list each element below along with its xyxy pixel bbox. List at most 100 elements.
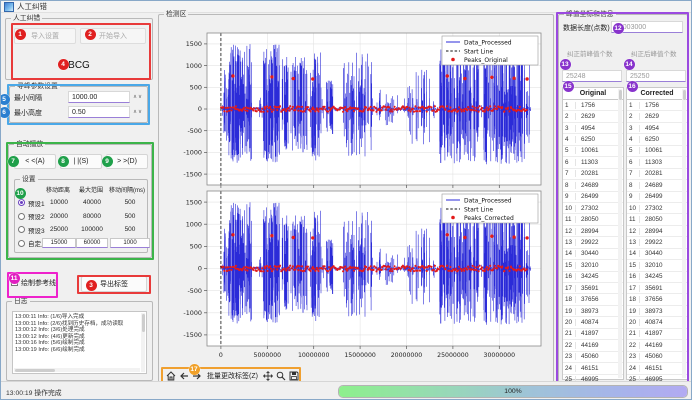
table-row[interactable]: 2040874	[627, 317, 687, 328]
table-row[interactable]: 2345060	[563, 352, 623, 363]
pause-button[interactable]: | |(S)	[60, 154, 102, 169]
peak-value: 34245	[576, 273, 599, 280]
preset-value: 25000	[42, 226, 76, 233]
table-row[interactable]: 611303	[563, 157, 623, 168]
min-height-spinner-icon[interactable]: ∧∨	[133, 109, 143, 115]
table-row[interactable]: 2141897	[563, 329, 623, 340]
row-index: 2	[563, 113, 576, 120]
table-row[interactable]: 1329922	[627, 237, 687, 248]
table-row[interactable]: 34954	[627, 123, 687, 134]
min-height-field[interactable]: 0.50	[68, 106, 130, 118]
table-row[interactable]: 1634245	[563, 272, 623, 283]
zoom-icon[interactable]	[276, 370, 287, 381]
custom-value-input[interactable]: 60000	[76, 238, 108, 248]
min-interval-spinner-icon[interactable]: ∧∨	[133, 94, 143, 100]
table-row[interactable]: 720281	[627, 169, 687, 180]
table-row[interactable]: 510061	[563, 146, 623, 157]
table-row[interactable]: 1532010	[627, 260, 687, 271]
row-index: 13	[563, 239, 576, 246]
preset-value: 100000	[76, 226, 108, 233]
corrected-table-scrollbar[interactable]	[682, 89, 686, 378]
log-line: 13:00:11 Info: (1/6)导入完成	[13, 314, 146, 321]
row-index: 23	[563, 353, 576, 360]
import-settings-button[interactable]: 导入设置	[14, 28, 76, 44]
table-row[interactable]: 46250	[627, 134, 687, 145]
table-row[interactable]: 510061	[627, 146, 687, 157]
reference-line-checkbox[interactable]	[11, 279, 18, 286]
table-row[interactable]: 1837656	[563, 294, 623, 305]
batch-edit-label[interactable]: 批量更改标签(Z)	[207, 371, 258, 381]
original-peaks-table[interactable]: Original 1175622629349544625051006161130…	[562, 87, 624, 380]
table-row[interactable]: 11756	[627, 100, 687, 111]
peak-value: 4954	[576, 125, 595, 132]
table-row[interactable]: 1027302	[627, 203, 687, 214]
table-row[interactable]: 22629	[563, 111, 623, 122]
corrected-peaks-table[interactable]: Corrected 117562262934954462505100616113…	[626, 87, 688, 380]
table-row[interactable]: 22629	[627, 111, 687, 122]
table-row[interactable]: 1128050	[627, 214, 687, 225]
chart-peaks-corrected[interactable]: 150010005000-500-1000-150005000000100000…	[159, 188, 549, 366]
preset-radio[interactable]	[18, 213, 25, 220]
preset-radio[interactable]	[18, 199, 25, 206]
table-row[interactable]: 11756	[563, 100, 623, 111]
preset-radio[interactable]	[18, 226, 25, 233]
table-row[interactable]: 926499	[627, 192, 687, 203]
peak-value: 30440	[640, 250, 663, 257]
forward-arrow-icon[interactable]	[191, 370, 202, 381]
log-horizontal-scrollbar[interactable]	[14, 368, 140, 372]
table-row[interactable]: 1735691	[563, 283, 623, 294]
table-row[interactable]: 1735691	[627, 283, 687, 294]
chart-peaks-original[interactable]: 150010005000-500-1000-1500Data_Processed…	[159, 25, 549, 188]
table-row[interactable]: 824689	[627, 180, 687, 191]
start-import-button[interactable]: 开始导入	[80, 28, 146, 44]
table-row[interactable]: 2345060	[627, 352, 687, 363]
table-row[interactable]: 1430440	[627, 249, 687, 260]
table-row[interactable]: 2446151	[627, 363, 687, 374]
log-title: 日志	[12, 297, 30, 306]
min-interval-field[interactable]: 1000.00	[68, 91, 130, 103]
home-icon[interactable]	[165, 370, 176, 381]
custom-value-input[interactable]: 15000	[42, 238, 76, 248]
table-row[interactable]: 1228994	[627, 226, 687, 237]
custom-value-input[interactable]: 1000	[110, 238, 150, 248]
save-icon[interactable]	[289, 370, 300, 381]
table-row[interactable]: 1938973	[627, 306, 687, 317]
table-row[interactable]: 2446151	[563, 363, 623, 374]
table-row[interactable]: 1837656	[627, 294, 687, 305]
play-back-button[interactable]: < <(A)	[14, 154, 56, 169]
table-row[interactable]: 1228994	[563, 226, 623, 237]
log-vertical-scrollbar[interactable]	[141, 313, 145, 372]
table-row[interactable]: 34954	[563, 123, 623, 134]
play-forward-button[interactable]: > >(D)	[106, 154, 148, 169]
table-row[interactable]: 1938973	[563, 306, 623, 317]
table-row[interactable]: 1329922	[563, 237, 623, 248]
table-row[interactable]: 1027302	[563, 203, 623, 214]
table-row[interactable]: 2244169	[563, 340, 623, 351]
pan-icon[interactable]	[263, 370, 274, 381]
preset-row-自定义[interactable]: 自定义15000600001000	[18, 237, 144, 250]
original-table-scrollbar[interactable]	[618, 89, 622, 378]
table-row[interactable]: 1128050	[563, 214, 623, 225]
table-row[interactable]: 824689	[563, 180, 623, 191]
preset-row-预设1[interactable]: 预设11000040000500	[18, 196, 144, 209]
svg-text:-1500: -1500	[183, 170, 202, 178]
back-arrow-icon[interactable]	[178, 370, 189, 381]
table-row[interactable]: 2244169	[627, 340, 687, 351]
table-row[interactable]: 2141897	[627, 329, 687, 340]
table-row[interactable]: 926499	[563, 192, 623, 203]
table-row[interactable]: 1430440	[563, 249, 623, 260]
preset-radio[interactable]	[18, 240, 25, 247]
table-row[interactable]: 1532010	[563, 260, 623, 271]
peak-info-title: 峰值坐标和信息	[564, 10, 616, 19]
table-row[interactable]: 2040874	[563, 317, 623, 328]
export-labels-button[interactable]: 导出标签	[81, 276, 147, 292]
table-row[interactable]: 720281	[563, 169, 623, 180]
peak-value: 26499	[576, 193, 599, 200]
table-row[interactable]: 611303	[627, 157, 687, 168]
table-row[interactable]: 1634245	[627, 272, 687, 283]
preset-row-预设3[interactable]: 预设325000100000500	[18, 223, 144, 236]
table-row[interactable]: 46250	[563, 134, 623, 145]
preset-row-预设2[interactable]: 预设22000080000500	[18, 210, 144, 223]
peak-value: 29922	[576, 239, 599, 246]
log-view[interactable]: 13:00:11 Info: (1/6)导入完成13:00:11 Info: (…	[12, 311, 147, 374]
